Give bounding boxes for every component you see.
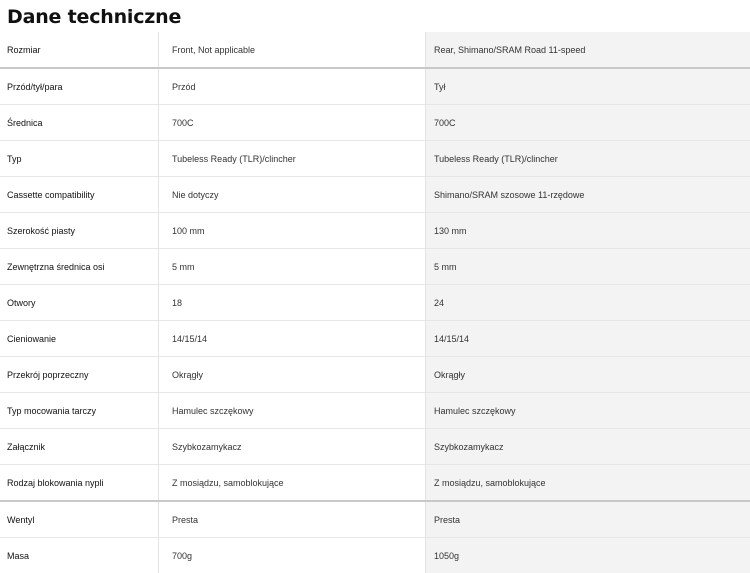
spec-rear-value: 5 mm bbox=[425, 248, 750, 285]
spec-label: Rodzaj blokowania nypli bbox=[0, 464, 159, 501]
spec-front-value: 700C bbox=[158, 104, 426, 141]
spec-label: Średnica bbox=[0, 104, 159, 141]
spec-rear-value: Shimano/SRAM szosowe 11-rzędowe bbox=[425, 176, 750, 213]
table-row: Wentyl Presta Presta bbox=[0, 501, 750, 538]
spec-rear-value: 700C bbox=[425, 104, 750, 141]
spec-table: Rozmiar Front, Not applicable Rear, Shim… bbox=[0, 32, 750, 573]
spec-front-value: 14/15/14 bbox=[158, 320, 426, 357]
spec-label: Zewnętrzna średnica osi bbox=[0, 248, 159, 285]
spec-label: Przekrój poprzeczny bbox=[0, 356, 159, 393]
spec-rear-value: Presta bbox=[425, 501, 750, 538]
table-row: Cieniowanie 14/15/14 14/15/14 bbox=[0, 320, 750, 357]
spec-label: Wentyl bbox=[0, 501, 159, 538]
spec-front-value: Hamulec szczękowy bbox=[158, 392, 426, 429]
spec-rear-value: 24 bbox=[425, 284, 750, 321]
spec-front-value: Nie dotyczy bbox=[158, 176, 426, 213]
spec-rear-value: Rear, Shimano/SRAM Road 11-speed bbox=[425, 32, 750, 68]
spec-front-value: Okrągły bbox=[158, 356, 426, 393]
spec-label: Cieniowanie bbox=[0, 320, 159, 357]
spec-front-value: Front, Not applicable bbox=[158, 32, 426, 68]
spec-label: Załącznik bbox=[0, 428, 159, 465]
table-row: Otwory 18 24 bbox=[0, 284, 750, 321]
spec-label: Otwory bbox=[0, 284, 159, 321]
table-row: Załącznik Szybkozamykacz Szybkozamykacz bbox=[0, 428, 750, 465]
spec-rear-value: Tubeless Ready (TLR)/clincher bbox=[425, 140, 750, 177]
spec-front-value: Szybkozamykacz bbox=[158, 428, 426, 465]
table-row: Typ mocowania tarczy Hamulec szczękowy H… bbox=[0, 392, 750, 429]
table-row: Średnica 700C 700C bbox=[0, 104, 750, 141]
table-row: Typ Tubeless Ready (TLR)/clincher Tubele… bbox=[0, 140, 750, 177]
spec-front-value: 100 mm bbox=[158, 212, 426, 249]
spec-front-value: Z mosiądzu, samoblokujące bbox=[158, 464, 426, 501]
spec-label: Masa bbox=[0, 537, 159, 573]
spec-label: Cassette compatibility bbox=[0, 176, 159, 213]
table-row: Rodzaj blokowania nypli Z mosiądzu, samo… bbox=[0, 464, 750, 501]
table-row: Przekrój poprzeczny Okrągły Okrągły bbox=[0, 356, 750, 393]
page-title: Dane techniczne bbox=[7, 6, 182, 28]
spec-front-value: 18 bbox=[158, 284, 426, 321]
table-row: Rozmiar Front, Not applicable Rear, Shim… bbox=[0, 32, 750, 68]
spec-front-value: Presta bbox=[158, 501, 426, 538]
spec-front-value: Przód bbox=[158, 68, 426, 105]
table-row: Przód/tył/para Przód Tył bbox=[0, 68, 750, 105]
spec-rear-value: 130 mm bbox=[425, 212, 750, 249]
table-row: Masa 700g 1050g bbox=[0, 537, 750, 573]
spec-front-value: 5 mm bbox=[158, 248, 426, 285]
spec-label: Przód/tył/para bbox=[0, 68, 159, 105]
spec-label: Rozmiar bbox=[0, 32, 159, 68]
spec-rear-value: Tył bbox=[425, 68, 750, 105]
spec-label: Szerokość piasty bbox=[0, 212, 159, 249]
spec-rear-value: Z mosiądzu, samoblokujące bbox=[425, 464, 750, 501]
spec-label: Typ mocowania tarczy bbox=[0, 392, 159, 429]
table-row: Szerokość piasty 100 mm 130 mm bbox=[0, 212, 750, 249]
spec-front-value: 700g bbox=[158, 537, 426, 573]
spec-rear-value: 1050g bbox=[425, 537, 750, 573]
spec-rear-value: 14/15/14 bbox=[425, 320, 750, 357]
spec-label: Typ bbox=[0, 140, 159, 177]
spec-rear-value: Hamulec szczękowy bbox=[425, 392, 750, 429]
spec-rear-value: Okrągły bbox=[425, 356, 750, 393]
spec-rear-value: Szybkozamykacz bbox=[425, 428, 750, 465]
table-row: Cassette compatibility Nie dotyczy Shima… bbox=[0, 176, 750, 213]
table-row: Zewnętrzna średnica osi 5 mm 5 mm bbox=[0, 248, 750, 285]
spec-front-value: Tubeless Ready (TLR)/clincher bbox=[158, 140, 426, 177]
